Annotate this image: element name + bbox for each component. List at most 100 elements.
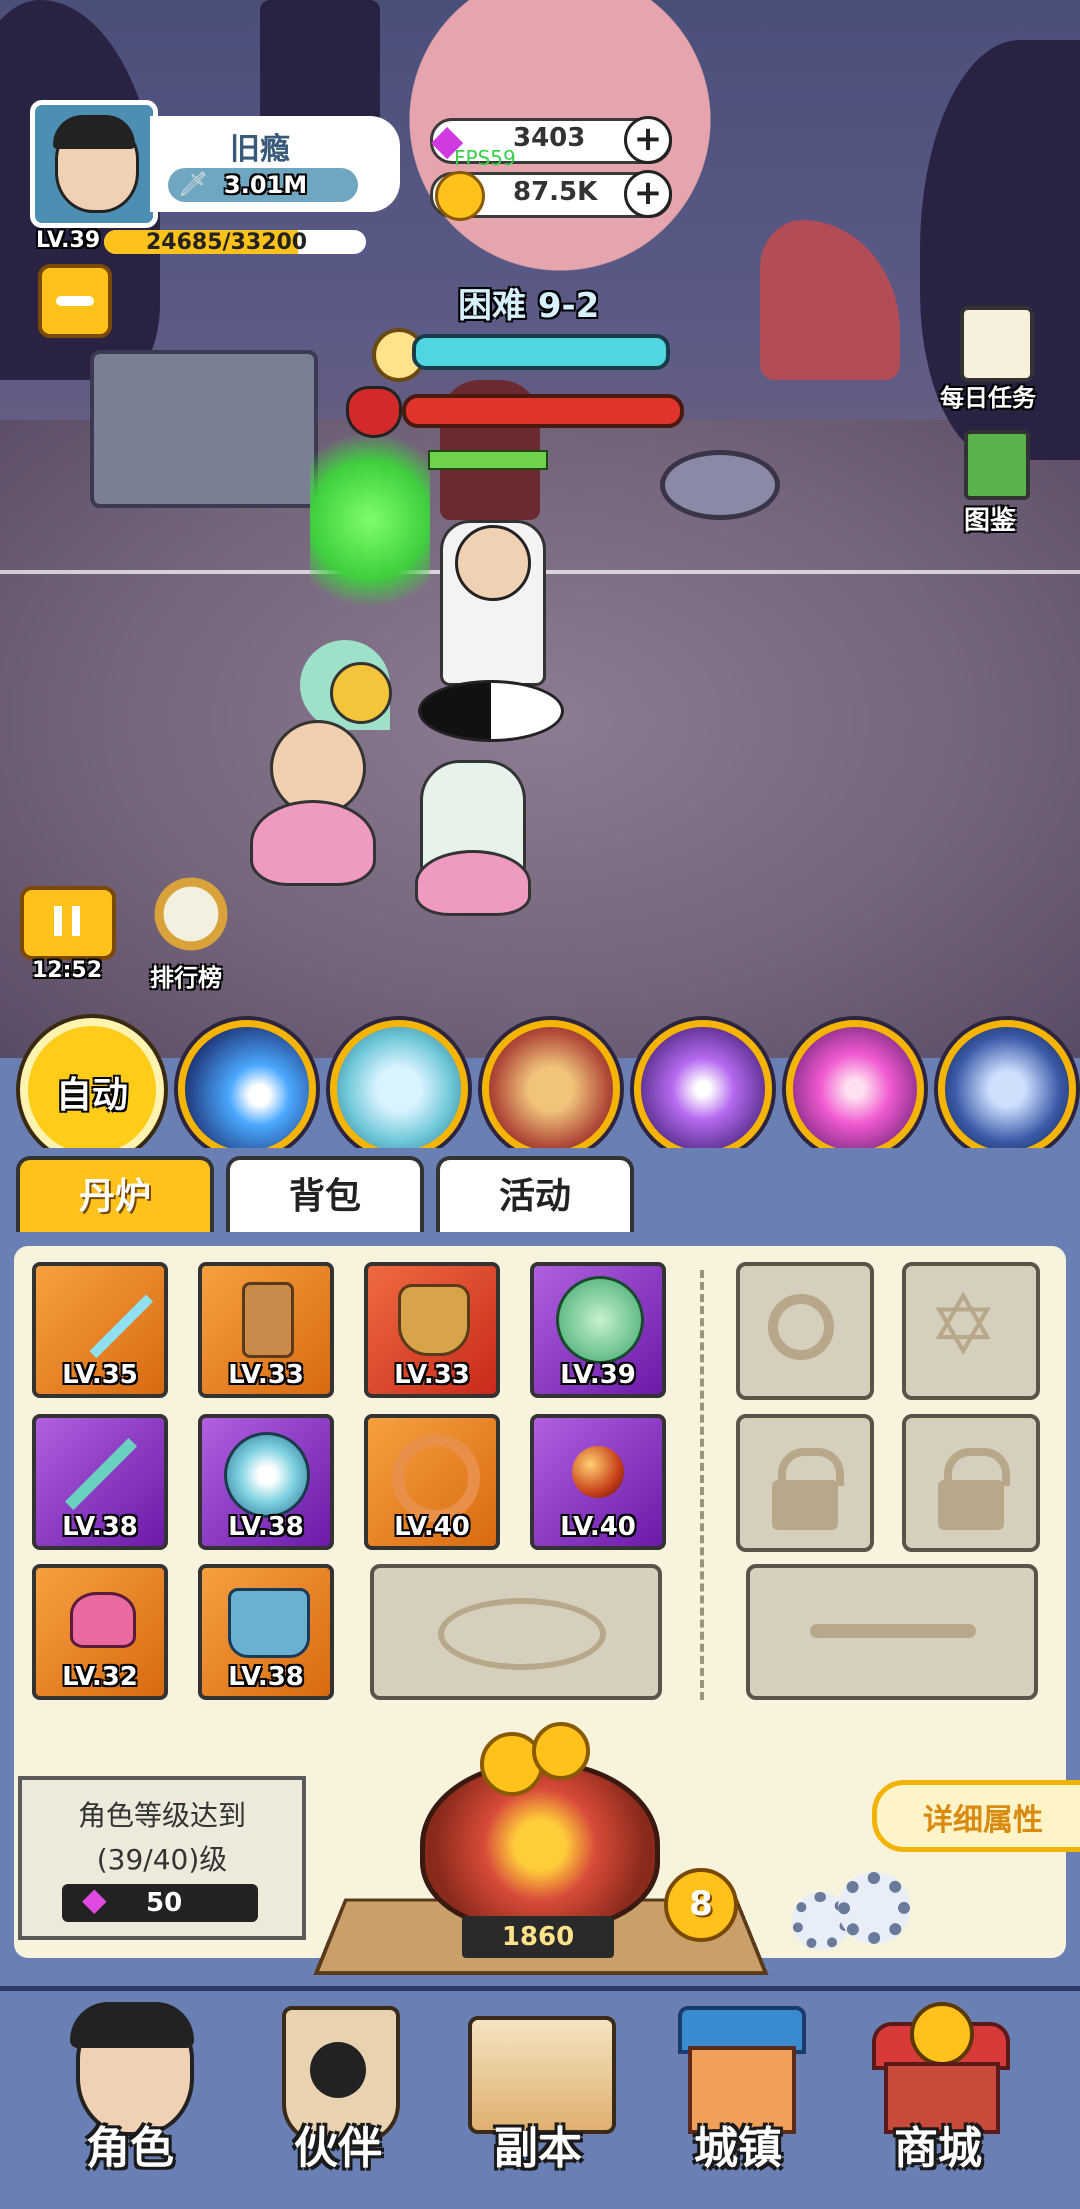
boots-icon <box>228 1588 310 1658</box>
nav-town-label: 城镇 <box>694 2123 782 2174</box>
nav-character-label: 角色 <box>86 2123 174 2174</box>
player-name-plate: 旧瘾 🗡 3.01M <box>150 116 400 212</box>
shield-emblem-icon <box>768 1294 834 1360</box>
furnace-level-badge: 8 <box>664 1868 738 1942</box>
pause-button[interactable] <box>20 886 116 960</box>
nav-shop[interactable]: 商城 <box>858 2002 1018 2182</box>
add-coins-button[interactable]: + <box>624 170 672 218</box>
equip-slot-8[interactable]: LV.40 <box>530 1414 666 1550</box>
beast-skill-icon[interactable] <box>482 1020 620 1158</box>
nav-dungeon-label: 副本 <box>494 2123 582 2174</box>
player-hair <box>53 115 135 149</box>
stage-progress-bar <box>412 334 670 370</box>
equip-level: LV.40 <box>394 1512 470 1542</box>
minus-icon <box>56 296 94 306</box>
exp-coin-icon <box>532 1722 590 1780</box>
detail-attributes-label: 详细属性 <box>923 1803 1043 1838</box>
exp-text: 24685/33200 <box>146 230 308 254</box>
sword-icon: 🗡 <box>178 170 209 198</box>
gear-icon[interactable] <box>838 1872 910 1944</box>
equip-slot-7[interactable]: LV.40 <box>364 1414 500 1550</box>
equip-slot-5[interactable]: LV.38 <box>32 1414 168 1550</box>
ice-qilin-skill-icon[interactable] <box>330 1020 468 1158</box>
boss-hp-bar <box>402 394 684 428</box>
furnace-value: 1860 <box>462 1916 614 1958</box>
equip-slot-6[interactable]: LV.38 <box>198 1414 334 1550</box>
codex-label[interactable]: 图鉴 <box>964 500 1016 537</box>
hero-head <box>455 525 531 601</box>
nav-partner[interactable]: 伙伴 <box>258 2002 418 2182</box>
panel-divider <box>700 1270 704 1700</box>
equip-level: LV.35 <box>62 1360 138 1390</box>
empty-weapon-slot[interactable] <box>370 1564 662 1700</box>
character-hair-icon <box>70 2002 194 2048</box>
lock-icon <box>772 1480 838 1530</box>
tab-events[interactable]: 活动 <box>436 1156 634 1234</box>
pink-spiral-skill-icon[interactable] <box>786 1020 924 1158</box>
thunder-card-skill-icon[interactable] <box>938 1020 1076 1158</box>
armor-icon <box>398 1284 470 1356</box>
equip-slot-2[interactable]: LV.33 <box>198 1262 334 1398</box>
equip-slot-3[interactable]: LV.33 <box>364 1262 500 1398</box>
equip-slot-10[interactable]: LV.38 <box>198 1564 334 1700</box>
partner-face-icon <box>310 2042 366 2098</box>
menu-toggle-button[interactable] <box>38 264 112 338</box>
daily-task-label[interactable]: 每日任务 <box>940 378 1036 413</box>
bracer-icon <box>70 1592 136 1648</box>
power-value: 3.01M <box>224 171 308 199</box>
equip-level: LV.33 <box>394 1360 470 1390</box>
nav-partner-label: 伙伴 <box>294 2123 382 2174</box>
equip-slot-9[interactable]: LV.32 <box>32 1564 168 1700</box>
tab-furnace[interactable]: 丹炉 <box>16 1156 214 1234</box>
coin-value: 87.5K <box>513 177 598 207</box>
player-avatar[interactable] <box>30 100 158 228</box>
gem-icon: ◆ <box>82 1880 107 1918</box>
nav-character[interactable]: 角色 <box>50 2002 210 2182</box>
equip-slot-4[interactable]: LV.39 <box>530 1262 666 1398</box>
ranking-icon[interactable] <box>146 874 236 954</box>
rune-slot-1[interactable] <box>736 1262 874 1400</box>
nav-town[interactable]: 城镇 <box>658 2002 818 2182</box>
pause-icon-bar-right <box>72 906 80 936</box>
codex-book-icon[interactable] <box>964 430 1030 500</box>
green-hair-enemy <box>310 420 430 620</box>
jade-sword-icon <box>64 1437 138 1511</box>
comet-skill-icon[interactable] <box>178 1020 316 1158</box>
tab-bag[interactable]: 背包 <box>226 1156 424 1234</box>
lotus-seat-left <box>250 800 376 886</box>
fps-counter: FPS59 <box>454 146 516 170</box>
rune-slot-2[interactable]: ✡ <box>902 1262 1040 1400</box>
lotus-seat-right <box>415 850 531 916</box>
artifact-slot[interactable] <box>746 1564 1038 1700</box>
pause-icon-bar-left <box>54 906 62 936</box>
nav-shop-label: 商城 <box>894 2123 982 2174</box>
stone-block <box>90 350 318 508</box>
equip-level: LV.32 <box>62 1662 138 1692</box>
equip-level: LV.38 <box>62 1512 138 1542</box>
ranking-label[interactable]: 排行榜 <box>150 958 222 993</box>
auto-battle-button[interactable]: 自动 <box>20 1018 164 1162</box>
locked-slot-1[interactable] <box>736 1414 874 1552</box>
nav-dungeon[interactable]: 副本 <box>458 2002 618 2182</box>
dragon-orb-icon <box>556 1276 644 1364</box>
purple-vortex-skill-icon[interactable] <box>634 1020 772 1158</box>
lock-icon <box>938 1480 1004 1530</box>
alchemy-furnace[interactable] <box>420 1760 660 1930</box>
auto-label: 自动 <box>55 1075 128 1116</box>
magic-circle-icon <box>438 1598 606 1670</box>
red-rock-spire <box>760 220 900 380</box>
demon-icon <box>346 386 402 438</box>
detail-attributes-button[interactable]: 详细属性 <box>872 1780 1080 1852</box>
daily-task-icon[interactable] <box>960 306 1034 382</box>
equip-level: LV.38 <box>228 1662 304 1692</box>
shop-coin-icon <box>910 2002 974 2066</box>
add-gems-button[interactable]: + <box>624 116 672 164</box>
jade-disc-icon <box>224 1432 310 1518</box>
winged-spear-icon <box>810 1624 976 1638</box>
equip-level: LV.38 <box>228 1512 304 1542</box>
fire-orb-icon <box>572 1446 624 1498</box>
equip-slot-1[interactable]: LV.35 <box>32 1262 168 1398</box>
locked-slot-2[interactable] <box>902 1414 1040 1552</box>
upgrade-requirement-box: 角色等级达到 (39/40)级 ◆ 50 <box>18 1776 306 1940</box>
battle-timer: 12:52 <box>32 958 103 983</box>
